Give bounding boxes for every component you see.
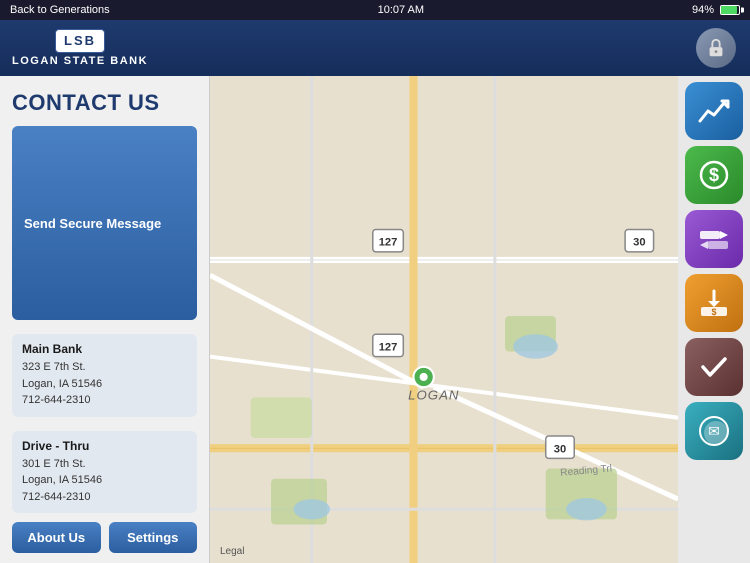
bottom-buttons: About Us Settings xyxy=(12,522,197,553)
svg-text:127: 127 xyxy=(379,237,398,249)
map-legal: Legal xyxy=(220,546,244,557)
location-main-bank: Main Bank 323 E 7th St.Logan, IA 5154671… xyxy=(12,334,197,417)
status-right: 94% xyxy=(692,4,740,16)
battery-fill xyxy=(721,6,737,14)
markets-button[interactable] xyxy=(685,82,743,140)
left-panel: CONTACT US Send Secure Message Main Bank… xyxy=(0,76,210,563)
svg-text:$: $ xyxy=(709,165,719,185)
checkmark-icon xyxy=(696,349,732,385)
about-us-button[interactable]: About Us xyxy=(12,522,101,553)
location-drive-thru: Drive - Thru 301 E 7th St.Logan, IA 5154… xyxy=(12,431,197,514)
contact-us-title: CONTACT US xyxy=(12,90,197,116)
email-icon: ✉ xyxy=(696,413,732,449)
lock-svg xyxy=(705,37,727,59)
location-main-bank-name: Main Bank xyxy=(22,342,187,356)
lock-icon xyxy=(696,28,736,68)
battery-icon xyxy=(720,5,740,15)
location-drive-thru-address: 301 E 7th St.Logan, IA 51546712-644-2310 xyxy=(22,456,187,506)
header-bank-name: LOGAN STATE BANK xyxy=(12,55,148,67)
status-time: 10:07 AM xyxy=(378,4,424,16)
header-logo-text: LSB xyxy=(64,33,96,48)
deposit-button[interactable]: $ xyxy=(685,274,743,332)
svg-text:$: $ xyxy=(711,307,716,317)
svg-text:LOGAN: LOGAN xyxy=(408,387,459,402)
header: LSB LOGAN STATE BANK xyxy=(0,20,750,76)
battery-percent: 94% xyxy=(692,4,714,16)
settings-button[interactable]: Settings xyxy=(109,522,198,553)
status-bar: Back to Generations 10:07 AM 94% xyxy=(0,0,750,20)
deposit-icon: $ xyxy=(696,285,732,321)
svg-text:127: 127 xyxy=(379,342,398,354)
trending-icon xyxy=(696,93,732,129)
check-button[interactable] xyxy=(685,338,743,396)
svg-text:30: 30 xyxy=(554,443,566,455)
header-logo-area: LSB LOGAN STATE BANK xyxy=(12,29,148,67)
locations-list: Main Bank 323 E 7th St.Logan, IA 5154671… xyxy=(12,334,197,514)
accounts-button[interactable]: $ xyxy=(685,146,743,204)
location-drive-thru-name: Drive - Thru xyxy=(22,439,187,453)
main-layout: CONTACT US Send Secure Message Main Bank… xyxy=(0,76,750,563)
right-sidebar: $ $ xyxy=(678,76,750,563)
header-logo-box: LSB xyxy=(55,29,105,53)
location-main-bank-address: 323 E 7th St.Logan, IA 51546712-644-2310 xyxy=(22,359,187,409)
transfer-button[interactable] xyxy=(685,210,743,268)
send-secure-message-button[interactable]: Send Secure Message xyxy=(12,126,197,320)
svg-text:✉: ✉ xyxy=(708,423,720,439)
dollar-icon: $ xyxy=(696,157,732,193)
svg-text:30: 30 xyxy=(633,237,645,249)
transfer-icon xyxy=(696,221,732,257)
map-svg: 127 30 127 30 LOGAN Reading Trl xyxy=(210,76,678,563)
contact-email-button[interactable]: ✉ xyxy=(685,402,743,460)
map-area[interactable]: 127 30 127 30 LOGAN Reading Trl Legal xyxy=(210,76,678,563)
back-to-generations[interactable]: Back to Generations xyxy=(10,4,110,16)
